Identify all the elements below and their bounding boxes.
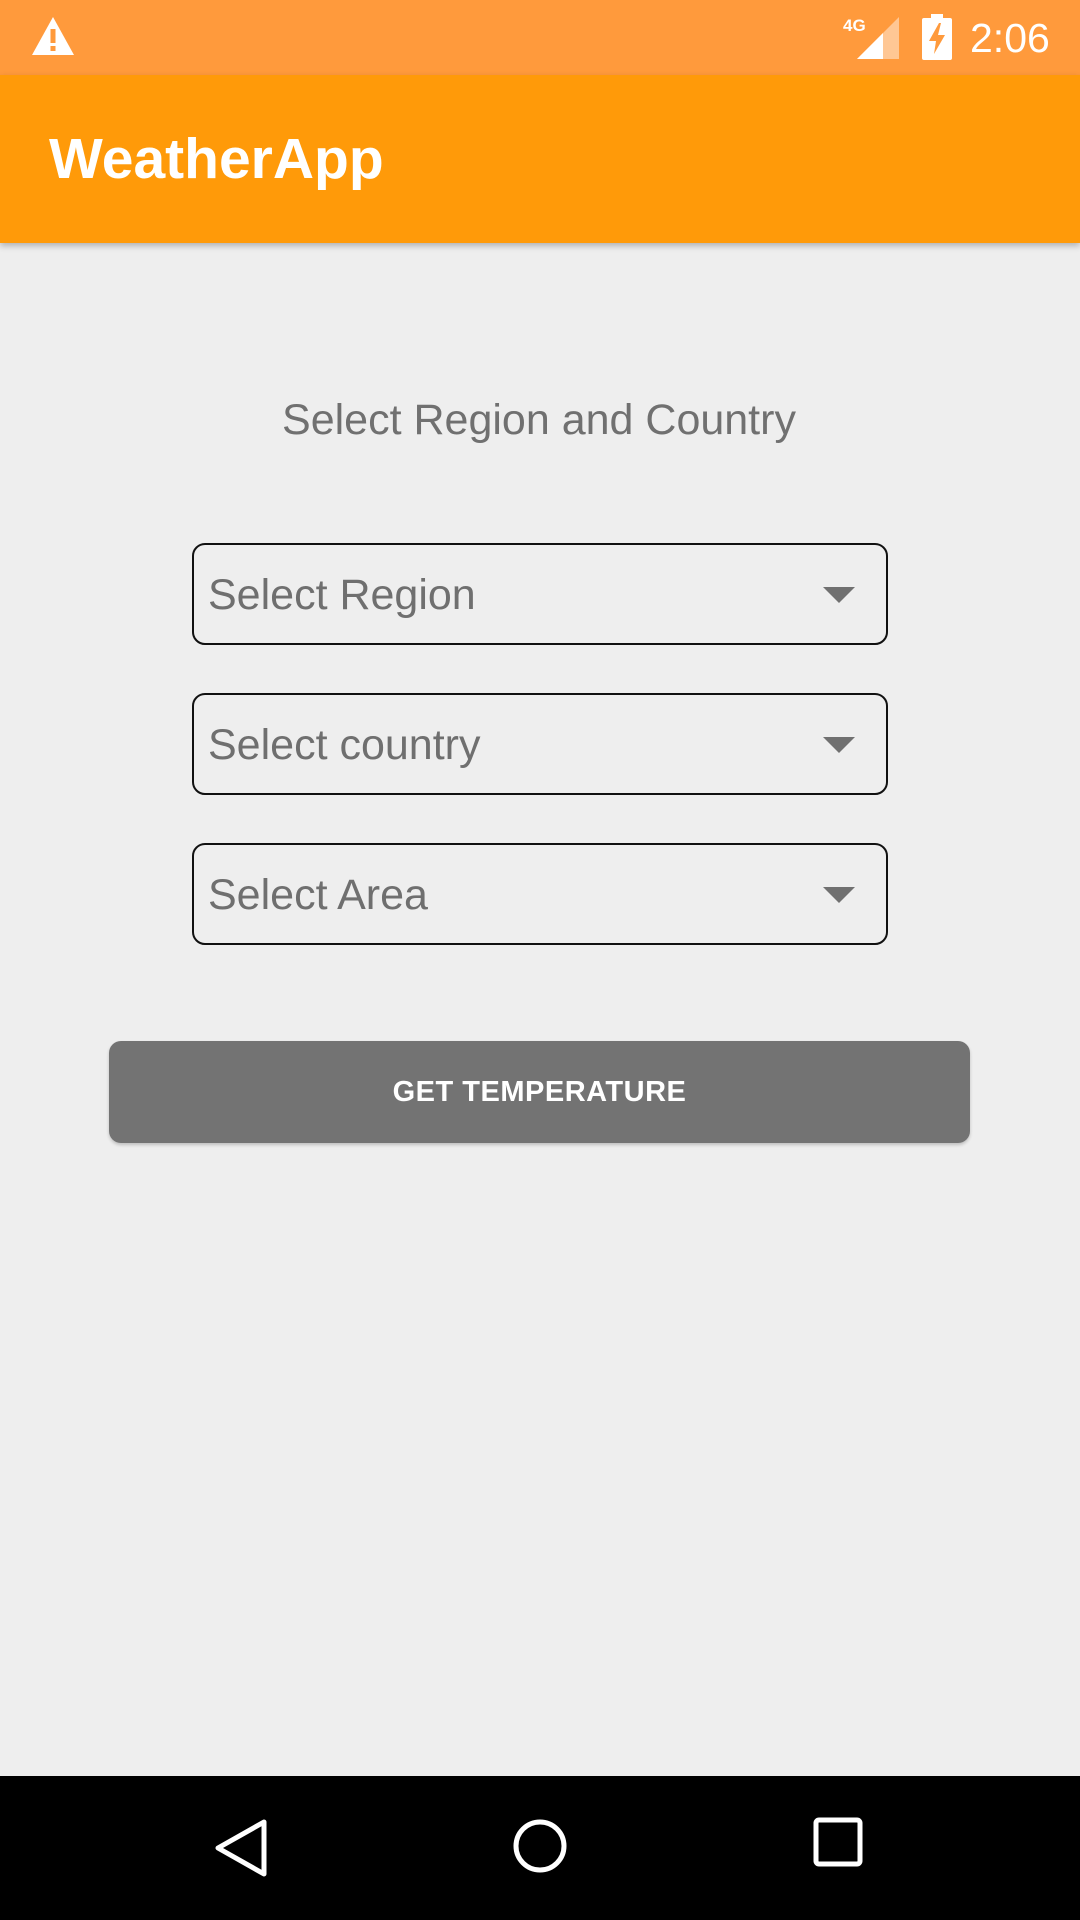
region-spinner-label: Select Region [208,571,476,619]
app-title: WeatherApp [49,127,384,191]
battery-charging-icon [922,14,952,60]
area-spinner-label: Select Area [208,871,428,919]
app-bar: WeatherApp [0,75,1080,243]
dropdown-arrow-icon [823,587,855,603]
warning-icon [32,17,74,55]
home-icon[interactable] [510,1816,570,1876]
page-heading: Select Region and Country [282,396,796,444]
dropdown-arrow-icon [823,737,855,753]
get-temperature-button-label: GET TEMPERATURE [392,1076,687,1108]
back-icon[interactable] [210,1816,272,1880]
country-spinner-label: Select country [208,721,481,769]
get-temperature-button[interactable]: GET TEMPERATURE [109,1041,970,1143]
status-bar: 4G 2:06 [0,0,1080,75]
dropdown-arrow-icon [823,887,855,903]
area-spinner[interactable]: Select Area [192,843,888,945]
signal-icon: 4G [843,16,899,59]
region-spinner[interactable]: Select Region [192,543,888,645]
recents-icon[interactable] [812,1816,864,1868]
status-clock: 2:06 [970,15,1050,61]
country-spinner[interactable]: Select country [192,693,888,795]
network-type-label: 4G [843,16,866,35]
